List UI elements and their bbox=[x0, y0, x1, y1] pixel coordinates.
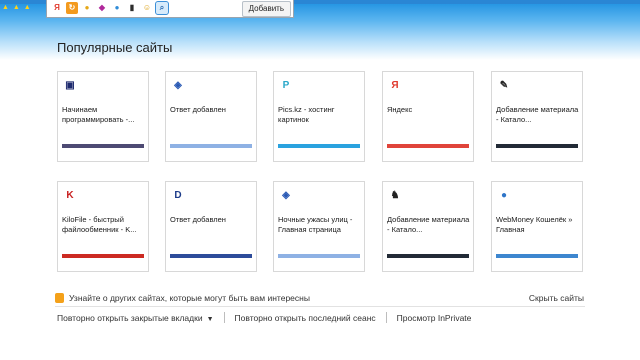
site-tile[interactable]: D Ответ добавлен bbox=[165, 181, 257, 272]
activity-bar bbox=[170, 144, 252, 148]
site-tile[interactable]: ♞ Добавление материала - Катало... bbox=[382, 181, 474, 272]
d-icon: D bbox=[174, 189, 182, 201]
activity-bar bbox=[496, 254, 578, 258]
reopen-tabs-label: Повторно открыть закрытые вкладки bbox=[57, 312, 203, 323]
site-tile-label: Добавление материала - Катало... bbox=[496, 105, 579, 124]
smiley-icon[interactable]: ☺ bbox=[141, 2, 153, 14]
inprivate-link[interactable]: Просмотр InPrivate bbox=[397, 313, 472, 323]
hide-sites-link[interactable]: Скрыть сайты bbox=[529, 293, 584, 303]
media-icon[interactable]: ◆ bbox=[96, 2, 108, 14]
activity-bar bbox=[278, 254, 360, 258]
bottom-links: Повторно открыть закрытые вкладки ▼ Повто… bbox=[57, 312, 471, 323]
refresh-icon[interactable]: ↻ bbox=[66, 2, 78, 14]
chevron-down-icon: ▼ bbox=[206, 315, 214, 323]
site-tile[interactable]: ◈ Ответ добавлен bbox=[165, 71, 257, 162]
activity-bar bbox=[62, 144, 144, 148]
site-tile-label: KiloFile - быстрый файлообменник - K... bbox=[62, 215, 137, 234]
site-tile[interactable]: ▣ Начинаем программировать -... bbox=[57, 71, 149, 162]
pics-icon: P bbox=[282, 79, 290, 91]
site-tile-label: Яндекс bbox=[387, 105, 413, 114]
site-tile[interactable]: ✎ Добавление материала - Катало... bbox=[491, 71, 583, 162]
add-button[interactable]: Добавить bbox=[241, 1, 291, 17]
book-icon[interactable]: ▮ bbox=[126, 2, 138, 14]
activity-bar bbox=[387, 144, 469, 148]
site-tile[interactable]: Я Яндекс bbox=[382, 71, 474, 162]
activity-bar bbox=[496, 144, 578, 148]
webmoney-icon: ● bbox=[500, 189, 508, 201]
diamond-icon: ◈ bbox=[282, 189, 290, 201]
reopen-tabs-link[interactable]: Повторно открыть закрытые вкладки ▼ bbox=[57, 313, 214, 323]
tool-icon: ♞ bbox=[390, 189, 400, 201]
site-tile[interactable]: P Pics.kz - хостинг картинок bbox=[273, 71, 365, 162]
site-tile[interactable]: K KiloFile - быстрый файлообменник - K... bbox=[57, 181, 149, 272]
reopen-session-link[interactable]: Повторно открыть последний сеанс bbox=[235, 313, 376, 323]
ball-icon[interactable]: ● bbox=[111, 2, 123, 14]
site-tile-label: Добавление материала - Катало... bbox=[387, 215, 470, 234]
search-icon[interactable]: ⌕ bbox=[155, 1, 169, 15]
yandex-icon[interactable]: Я bbox=[51, 2, 63, 14]
divider bbox=[55, 306, 585, 307]
site-tile[interactable]: ● WebMoney Кошелёк » Главная bbox=[491, 181, 583, 272]
site-tile-label: Начинаем программировать -... bbox=[62, 105, 135, 124]
toolbar-left-icons: ▲ ▲ ▲ bbox=[2, 4, 32, 11]
site-tile-label: Ночные ужасы улиц - Главная страница bbox=[278, 215, 353, 234]
activity-bar bbox=[62, 254, 144, 258]
toolbar-icon-row: Я ↻ ● ◆ ● ▮ ☺ ⌕ bbox=[51, 1, 169, 15]
tool-icon: ✎ bbox=[499, 79, 509, 91]
activity-bar bbox=[170, 254, 252, 258]
yandex-icon: Я bbox=[391, 79, 399, 91]
quick-add-bar: Я ↻ ● ◆ ● ▮ ☺ ⌕ Добавить bbox=[46, 0, 294, 18]
footer-note-text: Узнайте о других сайтах, которые могут б… bbox=[69, 293, 310, 303]
site-tile-label: Ответ добавлен bbox=[170, 215, 226, 224]
site-tile-label: Ответ добавлен bbox=[170, 105, 226, 114]
activity-bar bbox=[278, 144, 360, 148]
monitor-icon: ▣ bbox=[65, 79, 75, 91]
kilofile-icon: K bbox=[66, 189, 74, 201]
footer-note[interactable]: Узнайте о других сайтах, которые могут б… bbox=[55, 293, 310, 303]
page-title: Популярные сайты bbox=[57, 40, 173, 55]
separator bbox=[223, 312, 225, 323]
diamond-icon: ◈ bbox=[174, 79, 182, 91]
separator bbox=[385, 312, 387, 323]
site-tile-label: WebMoney Кошелёк » Главная bbox=[496, 215, 573, 234]
site-tile-label: Pics.kz - хостинг картинок bbox=[278, 105, 335, 124]
lightbulb-icon bbox=[55, 293, 64, 303]
site-tile[interactable]: ◈ Ночные ужасы улиц - Главная страница bbox=[273, 181, 365, 272]
search-globe-icon[interactable]: ● bbox=[81, 2, 93, 14]
activity-bar bbox=[387, 254, 469, 258]
